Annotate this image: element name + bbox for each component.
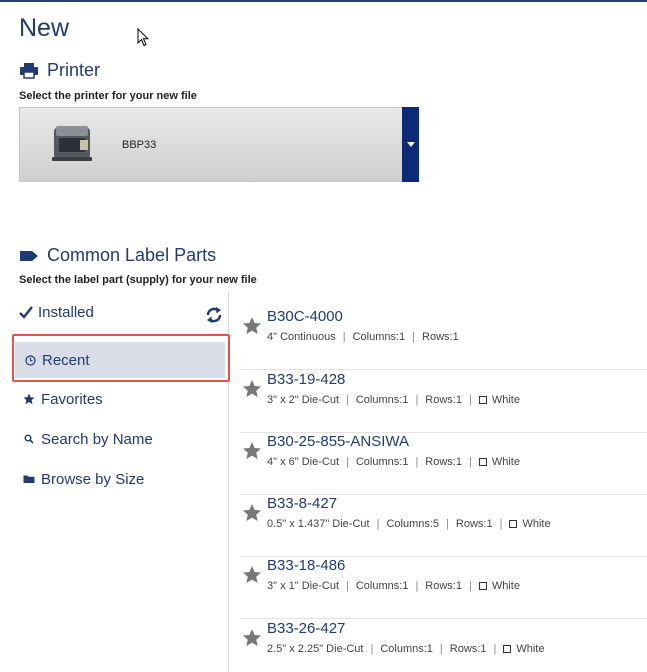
part-columns: Columns:5	[386, 518, 440, 530]
mouse-cursor-icon	[137, 28, 149, 47]
label-parts-subheading: Select the label part (supply) for your …	[19, 274, 257, 286]
printer-section-heading: Printer	[19, 60, 100, 81]
color-swatch	[478, 458, 487, 466]
part-columns: Columns:1	[355, 394, 409, 406]
part-name: B30-25-855-ANSIWA	[267, 433, 410, 450]
top-border	[0, 0, 647, 2]
checkmark-icon	[19, 305, 33, 319]
part-size: 0.5" x 1.437" Die-Cut	[267, 518, 370, 530]
page-title: New	[19, 14, 70, 42]
printer-selected-name: BBP33	[122, 139, 157, 151]
nav-item-label: Browse by Size	[41, 470, 145, 488]
color-swatch	[478, 396, 487, 404]
printer-dropdown[interactable]: BBP33	[19, 107, 419, 182]
part-size: 3" x 2" Die-Cut	[267, 394, 339, 406]
part-columns: Columns:1	[355, 580, 409, 592]
list-item[interactable]: B33-8-427 0.5" x 1.437" Die-Cut | Columns…	[240, 495, 647, 557]
part-size: 2.5" x 2.25" Die-Cut	[267, 643, 364, 655]
part-rows: Rows:1	[422, 331, 459, 343]
printer-dropdown-button[interactable]	[402, 107, 419, 182]
nav-item-browse-by-size[interactable]: Browse by Size	[0, 461, 229, 497]
part-name: B33-19-428	[267, 371, 346, 388]
refresh-icon[interactable]	[204, 306, 224, 329]
part-rows: Rows:1	[425, 580, 462, 592]
part-color: White	[491, 580, 520, 592]
favorite-star-icon[interactable]	[242, 628, 262, 647]
part-name: B33-26-427	[267, 620, 346, 637]
part-meta: 4" x 6" Die-Cut | Columns:1 | Rows:1 | Whit…	[267, 456, 520, 468]
list-item[interactable]: B30C-4000 4" Continuous | Columns:1 | Rows…	[240, 308, 647, 370]
caret-down-icon	[406, 142, 415, 147]
star-icon	[22, 393, 36, 405]
part-size: 3" x 1" Die-Cut	[267, 580, 339, 592]
nav-item-search-by-name[interactable]: Search by Name	[0, 421, 229, 457]
color-swatch	[503, 645, 512, 653]
favorite-star-icon[interactable]	[242, 379, 262, 398]
list-item[interactable]: B33-19-428 3" x 2" Die-Cut | Columns:1 | R…	[240, 371, 647, 433]
nav-item-installed[interactable]: Installed	[0, 294, 229, 330]
printer-icon	[20, 63, 38, 79]
label-parts-section-heading: Common Label Parts	[19, 245, 216, 266]
part-name: B33-18-486	[267, 557, 346, 574]
part-rows: Rows:1	[425, 456, 462, 468]
part-columns: Columns:1	[380, 643, 433, 655]
part-color: White	[491, 394, 520, 406]
favorite-star-icon[interactable]	[242, 316, 262, 335]
printer-subheading: Select the printer for your new file	[19, 90, 197, 102]
search-icon	[22, 434, 36, 444]
part-size: 4" Continuous	[267, 331, 336, 343]
list-item[interactable]: B33-26-427 2.5" x 2.25" Die-Cut | Columns…	[240, 620, 647, 672]
printer-device-icon	[52, 126, 92, 161]
part-meta: 3" x 1" Die-Cut | Columns:1 | Rows:1 | Whit…	[267, 580, 520, 592]
part-name: B33-8-427	[267, 495, 338, 512]
part-columns: Columns:1	[355, 456, 409, 468]
part-rows: Rows:1	[449, 643, 487, 655]
part-columns: Columns:1	[352, 331, 406, 343]
printer-heading: Printer	[47, 60, 101, 80]
part-size: 4" x 6" Die-Cut	[267, 456, 339, 468]
favorite-star-icon[interactable]	[242, 503, 262, 522]
part-rows: Rows:1	[425, 394, 462, 406]
color-swatch	[478, 582, 487, 590]
selection-highlight-box	[12, 334, 230, 382]
list-item[interactable]: B33-18-486 3" x 1" Die-Cut | Columns:1 | R…	[240, 557, 647, 619]
nav-item-favorites[interactable]: Favorites	[0, 381, 229, 417]
part-meta: 3" x 2" Die-Cut | Columns:1 | Rows:1 | Whit…	[267, 394, 520, 406]
part-color: White	[522, 518, 551, 530]
part-name: B30C-4000	[267, 308, 343, 325]
nav-item-label: Installed	[38, 303, 94, 321]
part-meta: 4" Continuous | Columns:1 | Rows:1	[267, 331, 459, 343]
folder-icon	[22, 474, 36, 484]
favorite-star-icon[interactable]	[242, 441, 262, 460]
part-color: White	[491, 456, 520, 468]
nav-item-label: Search by Name	[41, 430, 153, 448]
nav-item-label: Favorites	[41, 390, 103, 408]
part-color: White	[516, 643, 545, 655]
label-parts-heading: Common Label Parts	[47, 245, 217, 265]
part-meta: 2.5" x 2.25" Die-Cut | Columns:1 | Rows:1 |…	[267, 643, 545, 655]
part-rows: Rows:1	[455, 518, 493, 530]
part-meta: 0.5" x 1.437" Die-Cut | Columns:5 | Rows:1…	[267, 518, 551, 530]
label-icon	[20, 250, 38, 261]
list-item[interactable]: B30-25-855-ANSIWA 4" x 6" Die-Cut | Colum…	[240, 433, 647, 495]
color-swatch	[509, 520, 518, 528]
favorite-star-icon[interactable]	[242, 565, 262, 584]
